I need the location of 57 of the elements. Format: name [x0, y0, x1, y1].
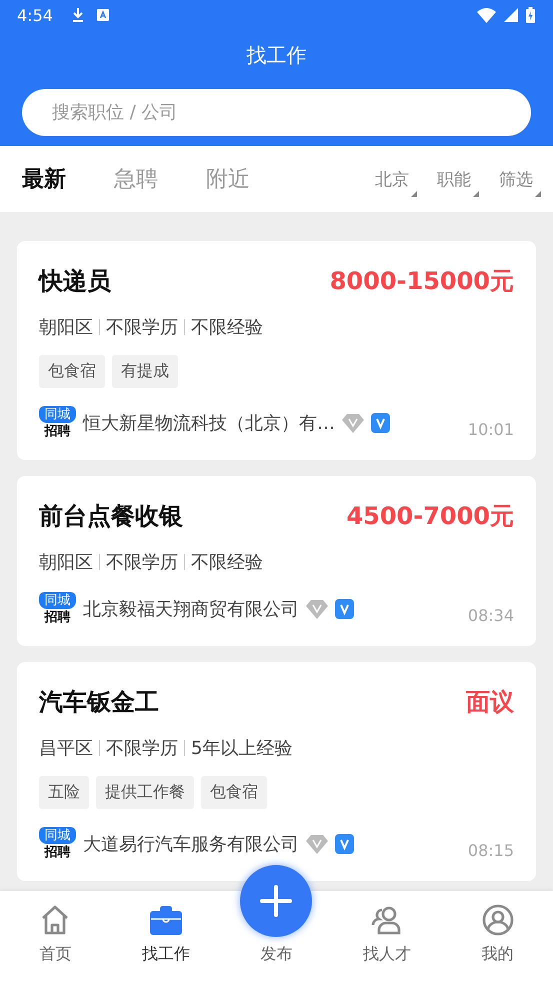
publish-label[interactable]: 发布 — [260, 944, 292, 965]
job-tag: 五险 — [39, 776, 89, 809]
filter-dropdown[interactable]: 筛选 — [499, 168, 541, 190]
nav-tab[interactable]: 我的 — [442, 891, 553, 983]
job-requirement: 朝阳区 — [39, 316, 93, 339]
post-time: 08:34 — [468, 606, 514, 624]
company-name: 北京毅福天翔商贸有限公司 — [83, 598, 299, 621]
job-requirement: 朝阳区 — [39, 551, 93, 574]
job-tag: 提供工作餐 — [96, 776, 194, 809]
job-requirement: 不限学历 — [106, 737, 178, 760]
post-time: 10:01 — [468, 420, 514, 438]
nav-tab[interactable]: 找人才 — [332, 891, 442, 983]
download-icon — [70, 7, 85, 23]
nav-tab[interactable]: 首页 — [0, 891, 111, 983]
job-title: 汽车钣金工 — [39, 687, 159, 718]
job-requirement: 5年以上经验 — [191, 737, 292, 760]
signal-icon — [504, 8, 518, 22]
verified-icon — [371, 413, 390, 433]
status-time: 4:54 — [17, 6, 53, 24]
page-title: 找工作 — [246, 42, 308, 69]
wifi-icon — [477, 8, 496, 22]
diamond-icon — [342, 413, 364, 433]
briefcase-icon — [150, 904, 182, 936]
keyboard-icon — [96, 9, 109, 21]
job-salary: 面议 — [466, 687, 514, 718]
nav-tab[interactable]: 找工作 — [110, 891, 222, 983]
diamond-icon — [306, 834, 328, 854]
job-salary: 8000-15000元 — [330, 266, 514, 297]
filter-dropdown[interactable]: 北京 — [375, 168, 417, 190]
verified-icon — [335, 834, 354, 854]
job-requirement: 昌平区 — [39, 737, 93, 760]
diamond-icon — [306, 599, 328, 619]
battery-icon — [526, 7, 535, 23]
corner-caret-icon — [535, 190, 541, 196]
job-title: 前台点餐收银 — [39, 501, 183, 532]
corner-caret-icon — [473, 190, 479, 196]
people-icon — [371, 904, 404, 936]
search-field[interactable]: 搜索职位 / 公司 — [22, 89, 531, 136]
job-tag: 包食宿 — [201, 776, 267, 809]
post-time: 08:15 — [468, 840, 514, 860]
job-salary: 4500-7000元 — [346, 501, 514, 532]
job-title: 快递员 — [39, 266, 111, 297]
job-tag: 有提成 — [112, 355, 178, 388]
filter-dropdown[interactable]: 职能 — [437, 168, 479, 190]
tab[interactable]: 最新 — [18, 164, 70, 194]
job-requirement: 不限学历 — [106, 316, 178, 339]
add-icon — [259, 884, 294, 918]
verified-icon — [335, 599, 354, 619]
profile-icon — [482, 904, 514, 936]
job-requirement: 不限经验 — [191, 316, 263, 339]
publish-button[interactable] — [240, 865, 312, 937]
company-name: 大道易行汽车服务有限公司 — [83, 833, 299, 856]
job-tag: 包食宿 — [39, 355, 105, 388]
company-name: 恒大新星物流科技（北京）有… — [83, 412, 335, 435]
job-requirement: 不限学历 — [106, 551, 178, 574]
corner-caret-icon — [411, 190, 417, 196]
job-requirement: 不限经验 — [191, 551, 263, 574]
